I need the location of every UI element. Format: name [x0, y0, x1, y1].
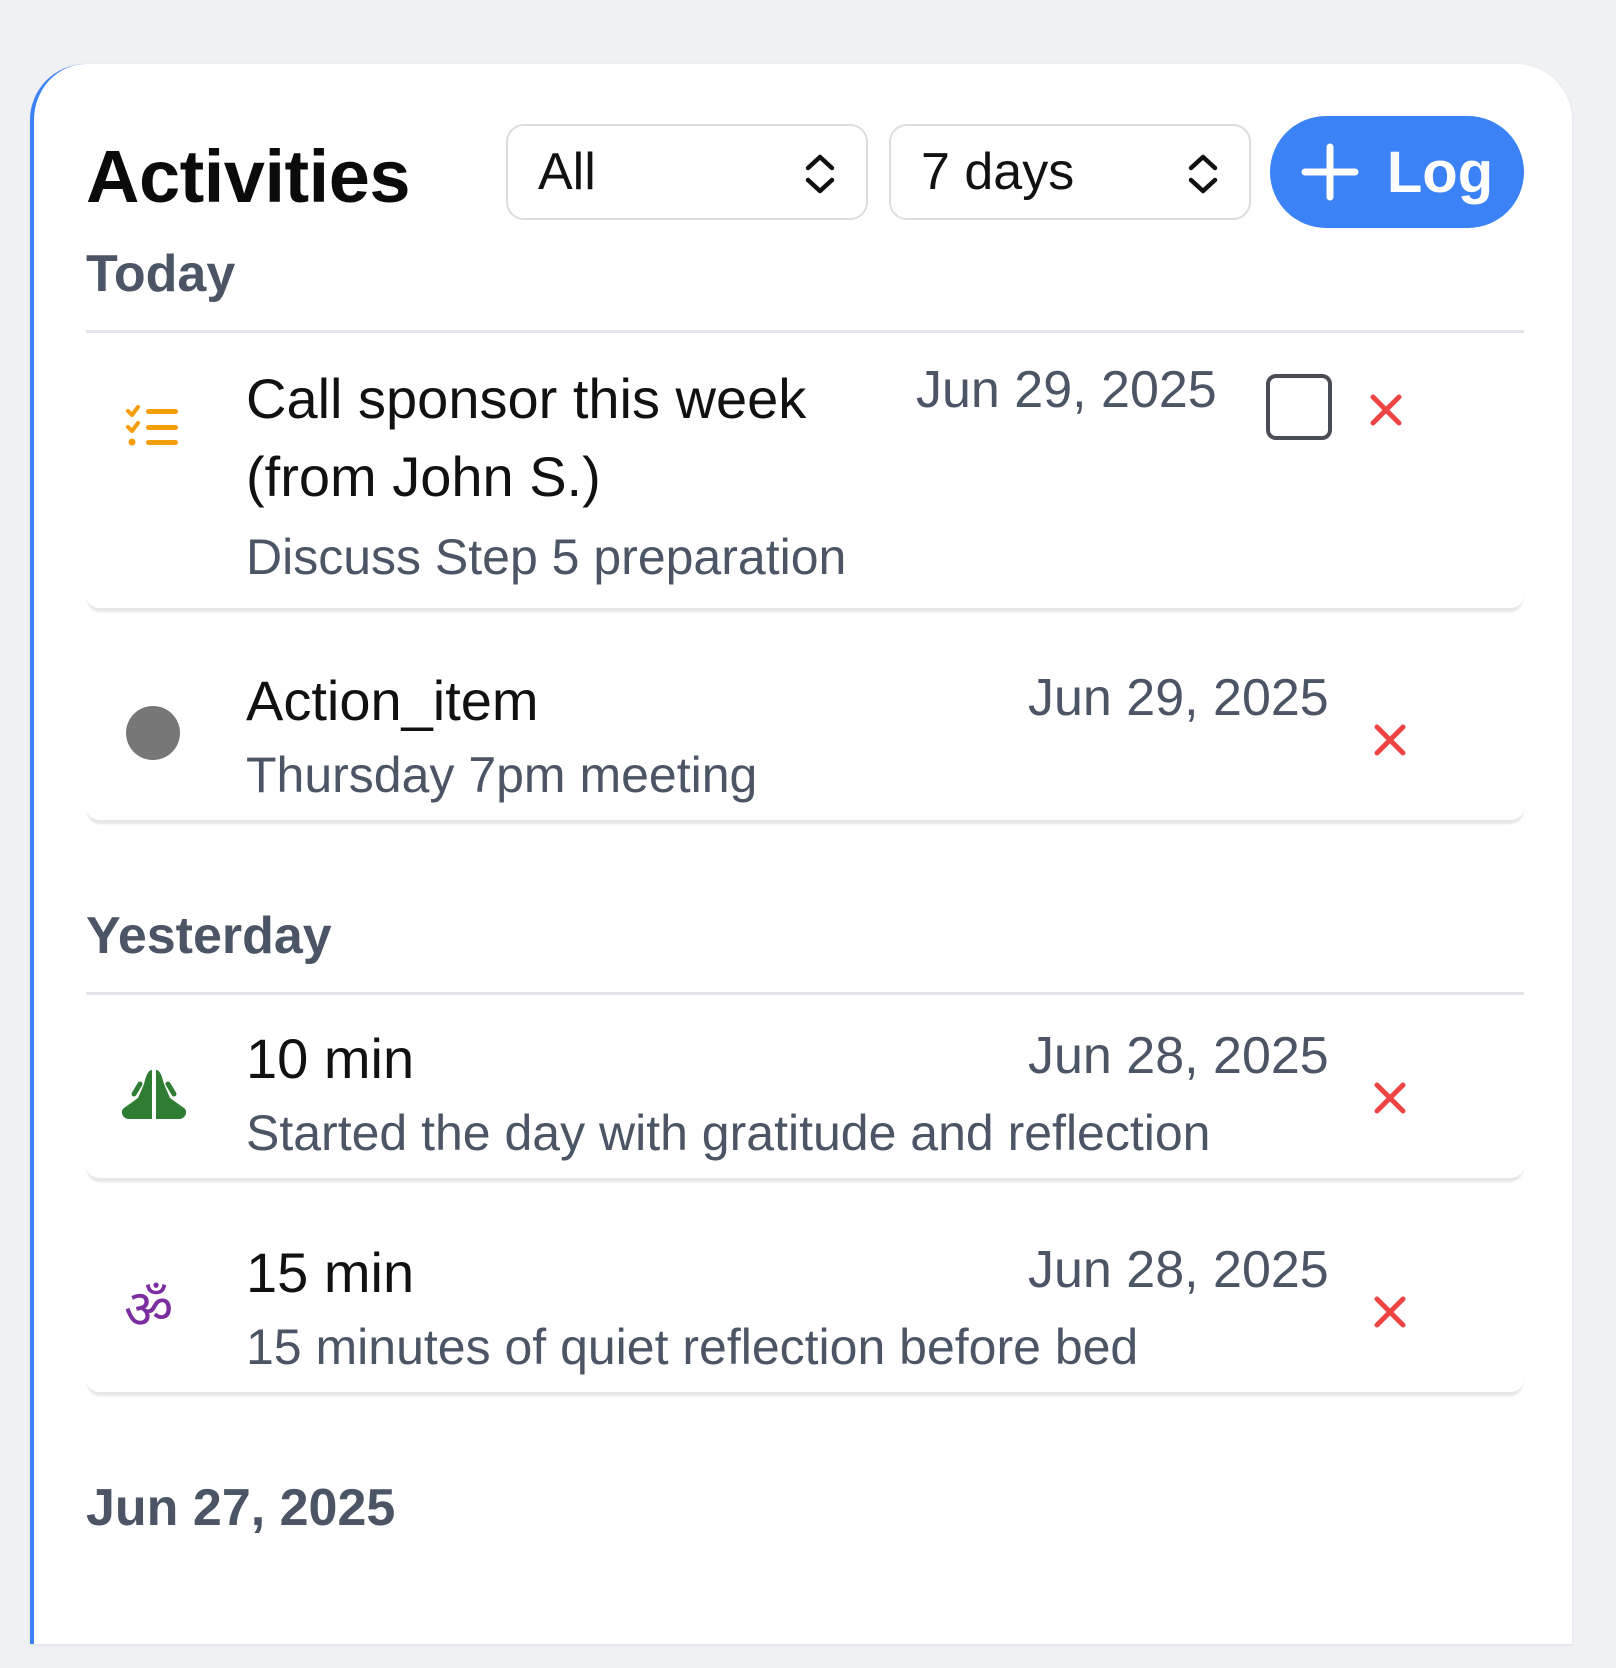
chevron-up-down-icon — [1188, 154, 1218, 194]
section-heading-yesterday: Yesterday — [86, 907, 332, 965]
item-date: Jun 28, 2025 — [1028, 1027, 1329, 1085]
plus-icon — [1301, 143, 1359, 201]
item-title: Call sponsor this week (from John S.) — [246, 367, 807, 508]
delete-icon[interactable] — [1372, 1294, 1408, 1330]
list-item[interactable]: Action_item Jun 29, 2025 Thursday 7pm me… — [86, 654, 1524, 822]
item-description: Discuss Step 5 preparation — [246, 529, 847, 585]
page-title: Activities — [86, 135, 411, 218]
item-description: Started the day with gratitude and refle… — [246, 1105, 1211, 1161]
om-icon: ॐ — [124, 1278, 174, 1341]
item-date: Jun 28, 2025 — [1028, 1241, 1329, 1299]
item-title: 10 min — [246, 1027, 415, 1090]
praying-hands-icon — [121, 1070, 187, 1119]
checklist-icon — [126, 405, 178, 446]
item-description: 15 minutes of quiet reflection before be… — [246, 1319, 1139, 1375]
item-date: Jun 29, 2025 — [916, 361, 1217, 419]
delete-icon[interactable] — [1368, 392, 1404, 428]
chevron-up-down-icon — [805, 154, 835, 194]
activities-panel: Activities All 7 days Log Today Call spo… — [30, 64, 1572, 1644]
item-description: Thursday 7pm meeting — [246, 747, 758, 803]
activity-type-value: All — [538, 143, 596, 201]
section-divider — [86, 992, 1524, 995]
item-date: Jun 29, 2025 — [1028, 669, 1329, 727]
log-activity-button[interactable]: Log — [1270, 116, 1524, 228]
delete-icon[interactable] — [1372, 1080, 1408, 1116]
section-divider — [86, 330, 1524, 333]
delete-icon[interactable] — [1372, 722, 1408, 758]
list-item[interactable]: 10 min Jun 28, 2025 Started the day with… — [86, 1012, 1524, 1180]
list-item[interactable]: ॐ 15 min Jun 28, 2025 15 minutes of quie… — [86, 1226, 1524, 1394]
gray-dot-icon — [126, 706, 180, 760]
log-button-label: Log — [1386, 139, 1494, 205]
date-range-select[interactable]: 7 days — [889, 124, 1251, 220]
section-heading-today: Today — [86, 245, 236, 303]
item-title: 15 min — [246, 1241, 415, 1304]
scroll-fade — [34, 1584, 1572, 1644]
date-range-value: 7 days — [921, 143, 1075, 201]
activity-type-select[interactable]: All — [506, 124, 868, 220]
list-item[interactable]: Call sponsor this week (from John S.) Ju… — [86, 350, 1524, 610]
complete-checkbox[interactable] — [1266, 374, 1332, 440]
section-heading-jun-27: Jun 27, 2025 — [86, 1479, 396, 1537]
item-title: Action_item — [246, 669, 539, 732]
